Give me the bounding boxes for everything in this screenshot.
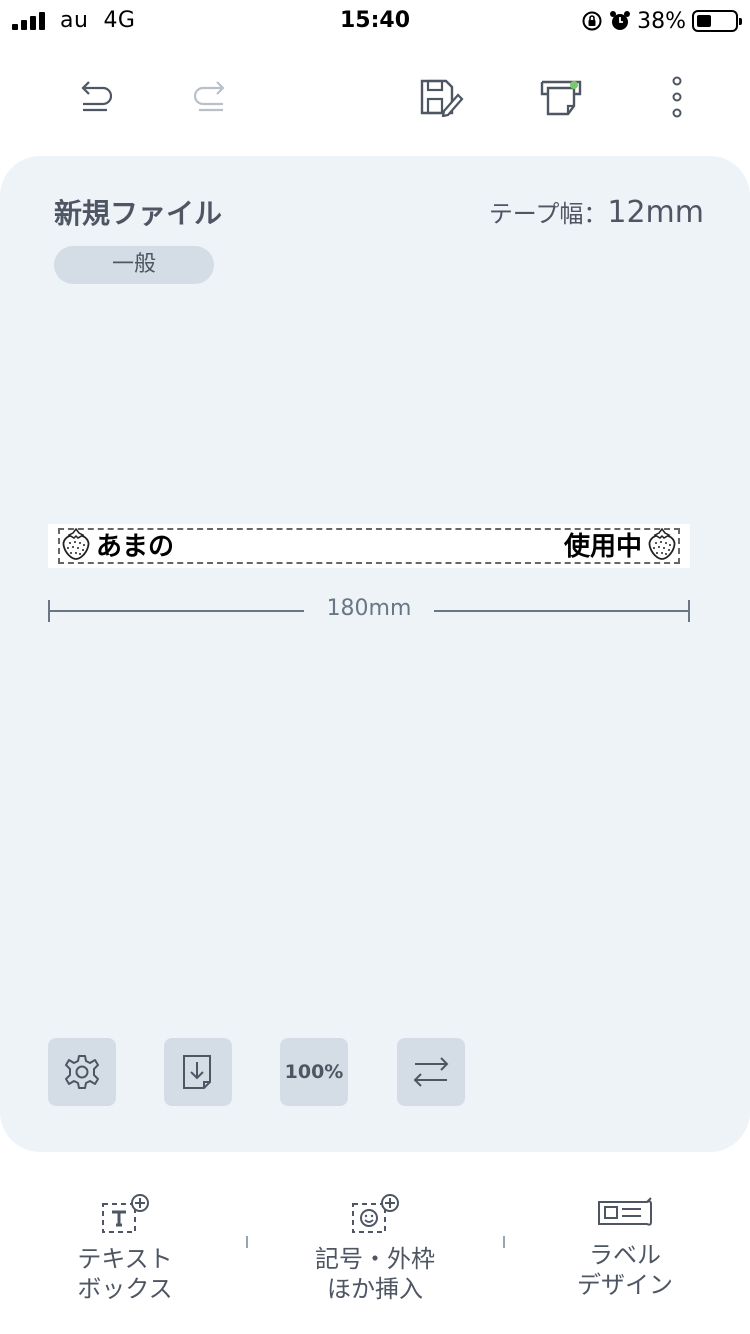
label-length: 180mm <box>326 596 412 621</box>
nav-text-box-label: テキスト ボックス <box>77 1245 173 1303</box>
battery-icon <box>692 10 742 32</box>
zoom-level: 100% <box>284 1061 344 1083</box>
nav-label-design-label: ラベル デザイン <box>577 1241 673 1299</box>
symbol-add-icon <box>352 1194 399 1233</box>
swap-direction-button[interactable] <box>397 1038 465 1106</box>
label-editor-card: 新規ファイル テープ幅：12mm 一般 あまの 使用中 180mm 100% <box>0 156 750 1152</box>
label-design-icon <box>598 1197 652 1226</box>
text-box-add-icon <box>102 1194 149 1233</box>
redo-button[interactable] <box>186 72 236 122</box>
file-title[interactable]: 新規ファイル <box>54 192 222 232</box>
import-button[interactable] <box>164 1038 232 1106</box>
more-vertical-icon <box>672 76 682 118</box>
label-text-left[interactable]: あまの <box>96 526 174 563</box>
gear-icon <box>65 1055 99 1089</box>
nav-symbol-insert[interactable]: 記号・外枠 ほか挿入 <box>250 1192 500 1304</box>
nav-text-box[interactable]: テキスト ボックス <box>0 1192 250 1304</box>
category-badge[interactable]: 一般 <box>54 246 214 284</box>
alarm-icon <box>610 11 631 30</box>
rotation-lock-icon <box>582 11 602 31</box>
undo-button[interactable] <box>70 72 120 122</box>
nav-divider <box>246 1236 248 1248</box>
label-text-right[interactable]: 使用中 <box>564 526 642 563</box>
save-edit-icon <box>420 79 464 117</box>
status-indicator-icon <box>570 81 578 89</box>
label-preview[interactable]: あまの 使用中 <box>48 524 690 568</box>
swap-arrows-icon <box>413 1057 449 1087</box>
redo-icon <box>193 81 225 112</box>
tape-width-value: 12mm <box>607 195 704 230</box>
download-document-icon <box>183 1055 211 1089</box>
status-bar: au 4G 15:40 38% <box>0 0 750 42</box>
save-button[interactable] <box>416 72 466 122</box>
battery-percentage: 38% <box>637 8 686 34</box>
print-button[interactable] <box>536 72 586 122</box>
zoom-button[interactable]: 100% <box>280 1038 348 1106</box>
battery-level <box>697 15 711 27</box>
printer-icon <box>540 80 582 116</box>
undo-icon <box>81 81 113 112</box>
nav-symbol-insert-label: 記号・外枠 ほか挿入 <box>315 1245 435 1303</box>
nav-label-design[interactable]: ラベル デザイン <box>500 1192 750 1300</box>
bottom-nav: テキスト ボックス 記号・外枠 ほか挿入 ラベル デザイン <box>0 1180 750 1334</box>
strawberry-icon <box>648 527 676 560</box>
tape-width: テープ幅：12mm <box>489 194 704 230</box>
settings-button[interactable] <box>48 1038 116 1106</box>
more-menu-button[interactable] <box>652 72 702 122</box>
tape-width-label: テープ幅： <box>488 200 608 228</box>
length-ruler: 180mm <box>48 596 690 626</box>
strawberry-icon <box>62 527 90 560</box>
